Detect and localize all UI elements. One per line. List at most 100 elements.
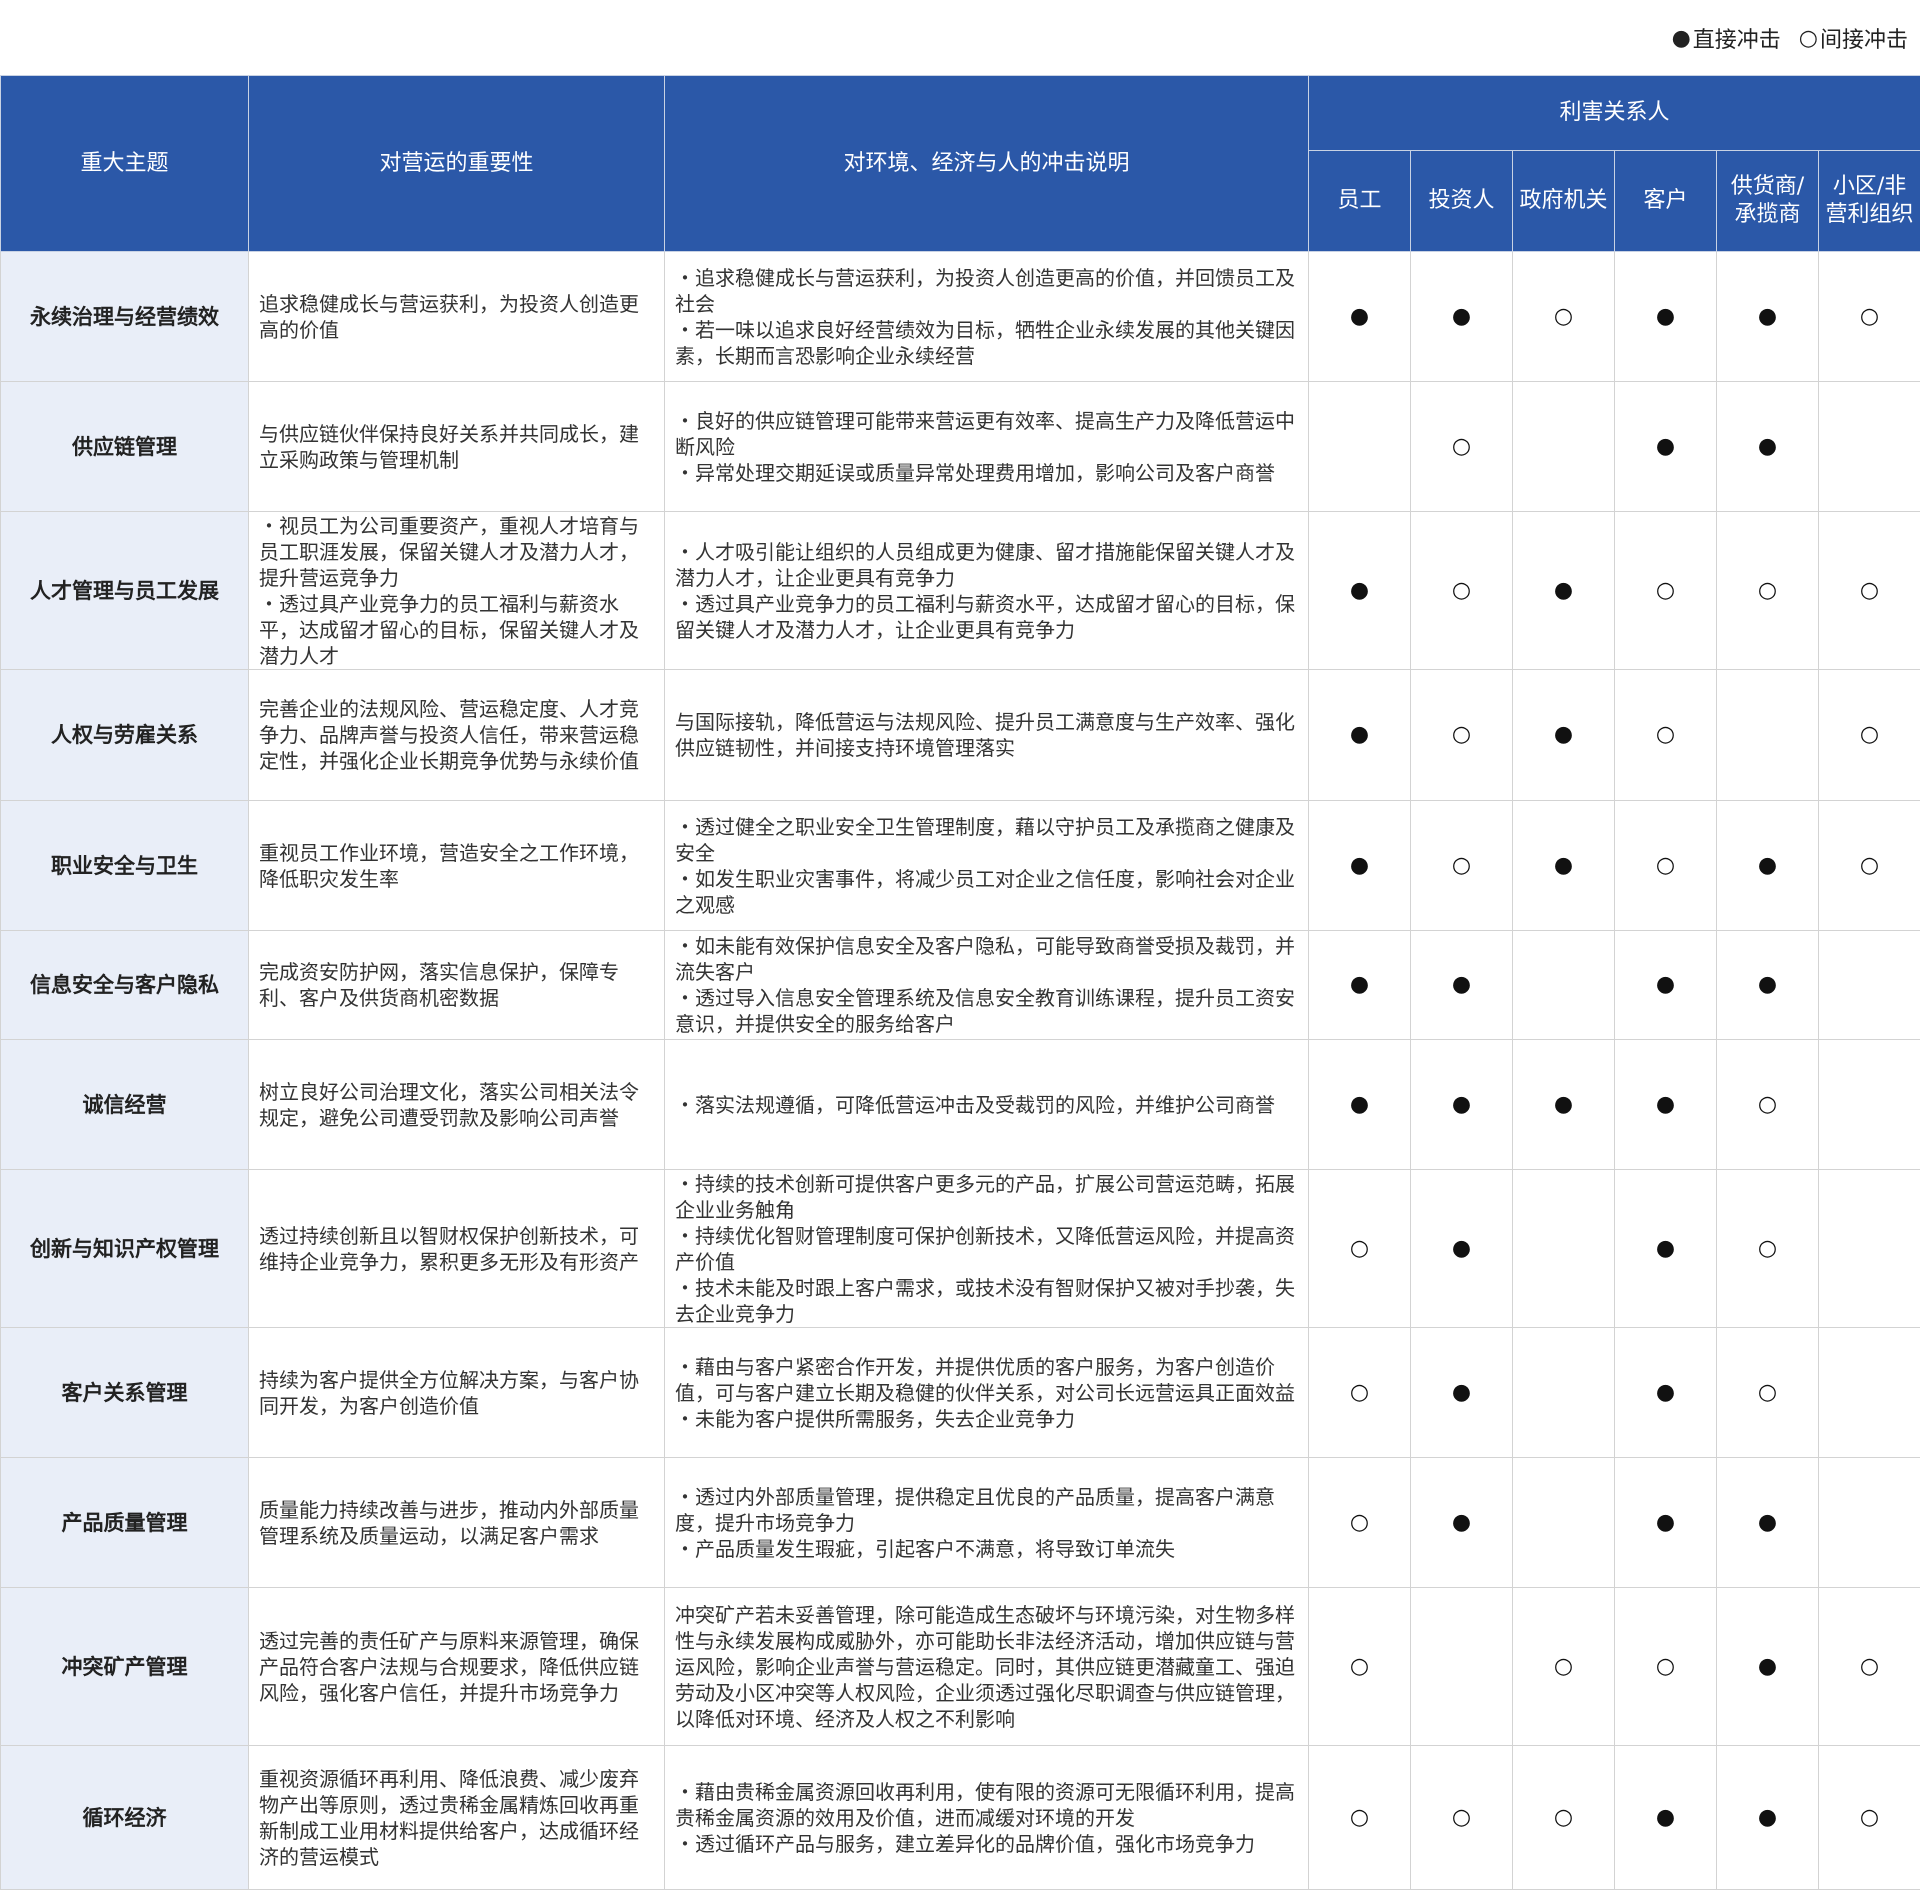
legend: ● 直接冲击 ○ 间接冲击 [1672, 22, 1908, 54]
mark-investors: ● [1410, 1039, 1513, 1170]
topic-cell: 诚信经营 [0, 1039, 249, 1170]
mark-investors [1410, 1587, 1513, 1746]
table-row: 人权与劳雇关系 完善企业的法规风险、营运稳定度、人才竞争力、品牌声誉与投资人信任… [0, 669, 1920, 801]
impact-cell: ・透过健全之职业安全卫生管理制度，藉以守护员工及承揽商之健康及安全 ・如发生职业… [664, 800, 1309, 931]
mark-government: ○ [1512, 251, 1615, 382]
mark-government [1512, 381, 1615, 512]
mark-employees [1308, 381, 1411, 512]
importance-cell: 树立良好公司治理文化，落实公司相关法令规定，避免公司遭受罚款及影响公司声誉 [248, 1039, 665, 1170]
mark-employees: ● [1308, 800, 1411, 931]
mark-community: ○ [1817, 511, 1920, 670]
mark-employees: ○ [1308, 1457, 1411, 1588]
table-row: 循环经济 重视资源循环再利用、降低浪费、减少废弃物产出等原则，透过贵稀金属精炼回… [0, 1745, 1920, 1890]
mark-community [1817, 1169, 1920, 1328]
header-stakeholder-government: 政府机关 [1512, 150, 1615, 252]
mark-customers: ● [1614, 930, 1717, 1040]
mark-investors: ● [1410, 251, 1513, 382]
mark-suppliers: ○ [1716, 511, 1819, 670]
mark-community: ○ [1817, 1745, 1920, 1890]
mark-suppliers: ● [1716, 930, 1819, 1040]
table-row: 永续治理与经营绩效 追求稳健成长与营运获利，为投资人创造更高的价值 ・追求稳健成… [0, 251, 1920, 382]
header-stakeholder-community: 小区/非营利组织 [1817, 150, 1920, 252]
impact-cell: 与国际接轨，降低营运与法规风险、提升员工满意度与生产效率、强化供应链韧性，并间接… [664, 669, 1309, 801]
impact-cell: ・人才吸引能让组织的人员组成更为健康、留才措施能保留关键人才及潜力人才，让企业更… [664, 511, 1309, 670]
mark-community [1817, 1457, 1920, 1588]
mark-employees: ● [1308, 511, 1411, 670]
importance-cell: 完成资安防护网，落实信息保护，保障专利、客户及供货商机密数据 [248, 930, 665, 1040]
mark-employees: ○ [1308, 1587, 1411, 1746]
mark-government: ○ [1512, 1745, 1615, 1890]
header-impact: 对环境、经济与人的冲击说明 [664, 75, 1309, 252]
importance-cell: 透过完善的责任矿产与原料来源管理，确保产品符合客户法规与合规要求，降低供应链风险… [248, 1587, 665, 1746]
mark-suppliers: ○ [1716, 1169, 1819, 1328]
topic-cell: 供应链管理 [0, 381, 249, 512]
header-topic: 重大主题 [0, 75, 249, 252]
mark-government [1512, 930, 1615, 1040]
mark-suppliers: ● [1716, 1745, 1819, 1890]
mark-government [1512, 1327, 1615, 1458]
importance-cell: 质量能力持续改善与进步，推动内外部质量管理系统及质量运动，以满足客户需求 [248, 1457, 665, 1588]
mark-customers: ○ [1614, 1587, 1717, 1746]
mark-community [1817, 381, 1920, 512]
table-row: 供应链管理 与供应链伙伴保持良好关系并共同成长，建立采购政策与管理机制 ・良好的… [0, 381, 1920, 512]
mark-suppliers: ● [1716, 251, 1819, 382]
header-stakeholder-investors: 投资人 [1410, 150, 1513, 252]
mark-community: ○ [1817, 669, 1920, 801]
indirect-impact-label: 间接冲击 [1819, 28, 1908, 53]
mark-suppliers [1716, 669, 1819, 801]
mark-investors: ● [1410, 1169, 1513, 1328]
table-row: 客户关系管理 持续为客户提供全方位解决方案，与客户协同开发，为客户创造价值 ・藉… [0, 1327, 1920, 1458]
mark-customers: ● [1614, 381, 1717, 512]
mark-suppliers: ● [1716, 1457, 1819, 1588]
topic-cell: 职业安全与卫生 [0, 800, 249, 931]
importance-cell: 持续为客户提供全方位解决方案，与客户协同开发，为客户创造价值 [248, 1327, 665, 1458]
mark-employees: ○ [1308, 1745, 1411, 1890]
importance-cell: 重视员工作业环境，营造安全之工作环境，降低职灾发生率 [248, 800, 665, 931]
indirect-impact-symbol: ○ [1798, 25, 1818, 51]
mark-employees: ○ [1308, 1327, 1411, 1458]
mark-suppliers: ○ [1716, 1327, 1819, 1458]
mark-customers: ● [1614, 1039, 1717, 1170]
mark-investors: ○ [1410, 511, 1513, 670]
mark-investors: ○ [1410, 669, 1513, 801]
table-row: 信息安全与客户隐私 完成资安防护网，落实信息保护，保障专利、客户及供货商机密数据… [0, 930, 1920, 1040]
mark-suppliers: ● [1716, 1587, 1819, 1746]
mark-employees: ● [1308, 669, 1411, 801]
mark-customers: ● [1614, 1327, 1717, 1458]
mark-government: ● [1512, 1039, 1615, 1170]
mark-investors: ○ [1410, 1745, 1513, 1890]
mark-community: ○ [1817, 1587, 1920, 1746]
mark-employees: ● [1308, 1039, 1411, 1170]
topic-cell: 创新与知识产权管理 [0, 1169, 249, 1328]
mark-customers: ● [1614, 251, 1717, 382]
header-stakeholder-suppliers: 供货商/承揽商 [1716, 150, 1819, 252]
mark-government: ● [1512, 669, 1615, 801]
mark-government [1512, 1169, 1615, 1328]
mark-customers: ○ [1614, 511, 1717, 670]
direct-impact-label: 直接冲击 [1692, 28, 1781, 53]
table-row: 诚信经营 树立良好公司治理文化，落实公司相关法令规定，避免公司遭受罚款及影响公司… [0, 1039, 1920, 1170]
table-row: 职业安全与卫生 重视员工作业环境，营造安全之工作环境，降低职灾发生率 ・透过健全… [0, 800, 1920, 931]
mark-government: ○ [1512, 1587, 1615, 1746]
topic-cell: 冲突矿产管理 [0, 1587, 249, 1746]
table-row: 冲突矿产管理 透过完善的责任矿产与原料来源管理，确保产品符合客户法规与合规要求，… [0, 1587, 1920, 1746]
importance-cell: 与供应链伙伴保持良好关系并共同成长，建立采购政策与管理机制 [248, 381, 665, 512]
importance-cell: 完善企业的法规风险、营运稳定度、人才竞争力、品牌声誉与投资人信任，带来营运稳定性… [248, 669, 665, 801]
table-row: 产品质量管理 质量能力持续改善与进步，推动内外部质量管理系统及质量运动，以满足客… [0, 1457, 1920, 1588]
topic-cell: 产品质量管理 [0, 1457, 249, 1588]
topic-cell: 客户关系管理 [0, 1327, 249, 1458]
header-importance: 对营运的重要性 [248, 75, 665, 252]
mark-employees: ● [1308, 251, 1411, 382]
mark-suppliers: ● [1716, 381, 1819, 512]
impact-cell: ・良好的供应链管理可能带来营运更有效率、提高生产力及降低营运中断风险 ・异常处理… [664, 381, 1309, 512]
importance-cell: ・视员工为公司重要资产，重视人才培育与员工职涯发展，保留关键人才及潜力人才，提升… [248, 511, 665, 670]
mark-community [1817, 1327, 1920, 1458]
impact-cell: ・如未能有效保护信息安全及客户隐私，可能导致商誉受损及裁罚，并流失客户 ・透过导… [664, 930, 1309, 1040]
impact-cell: ・追求稳健成长与营运获利，为投资人创造更高的价值，并回馈员工及社会 ・若一味以追… [664, 251, 1309, 382]
topic-cell: 永续治理与经营绩效 [0, 251, 249, 382]
topic-cell: 信息安全与客户隐私 [0, 930, 249, 1040]
impact-cell: ・落实法规遵循，可降低营运冲击及受裁罚的风险，并维护公司商誉 [664, 1039, 1309, 1170]
topic-cell: 人才管理与员工发展 [0, 511, 249, 670]
mark-customers: ● [1614, 1745, 1717, 1890]
impact-cell: ・藉由贵稀金属资源回收再利用，使有限的资源可无限循环利用，提高贵稀金属资源的效用… [664, 1745, 1309, 1890]
